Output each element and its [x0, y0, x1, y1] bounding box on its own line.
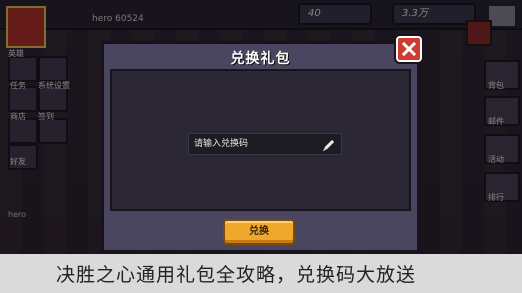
sidebar-label: 签到	[38, 112, 54, 121]
caption-text: 决胜之心通用礼包全攻略，兑换码大放送	[56, 264, 417, 286]
caption-bar: 决胜之心通用礼包全攻略，兑换码大放送	[0, 254, 522, 293]
resource-gold: 3.3万	[392, 3, 476, 25]
dialog-content-panel: 请输入兑换码	[110, 69, 411, 211]
close-button[interactable]	[396, 36, 422, 62]
sidebar-label: 商店	[10, 112, 26, 121]
right-label: 背包	[488, 81, 504, 90]
sidebar-label: 任务	[10, 81, 26, 90]
sidebar-button-heroes[interactable]	[8, 56, 38, 82]
close-icon	[401, 41, 417, 57]
hero-label: hero	[8, 210, 26, 219]
sidebar-label: 英雄	[8, 49, 24, 58]
right-label: 活动	[488, 155, 504, 164]
right-label: 排行	[488, 193, 504, 202]
player-name: hero 60524	[92, 14, 144, 24]
sidebar-label: 好友	[10, 157, 26, 166]
player-avatar[interactable]	[6, 6, 46, 48]
right-label: 邮件	[488, 117, 504, 126]
redeem-confirm-button[interactable]: 兑换	[223, 219, 295, 245]
sidebar-label: 系统设置	[38, 81, 70, 90]
dialog-title: 兑换礼包	[230, 51, 291, 67]
pencil-icon[interactable]	[322, 138, 336, 152]
redeem-code-placeholder: 请输入兑换码	[194, 139, 249, 149]
background-close-icon	[466, 20, 492, 46]
redeem-code-input[interactable]: 请输入兑换码	[188, 133, 342, 155]
sidebar-button-extra[interactable]	[38, 56, 68, 82]
resource-energy: 40	[298, 3, 372, 25]
